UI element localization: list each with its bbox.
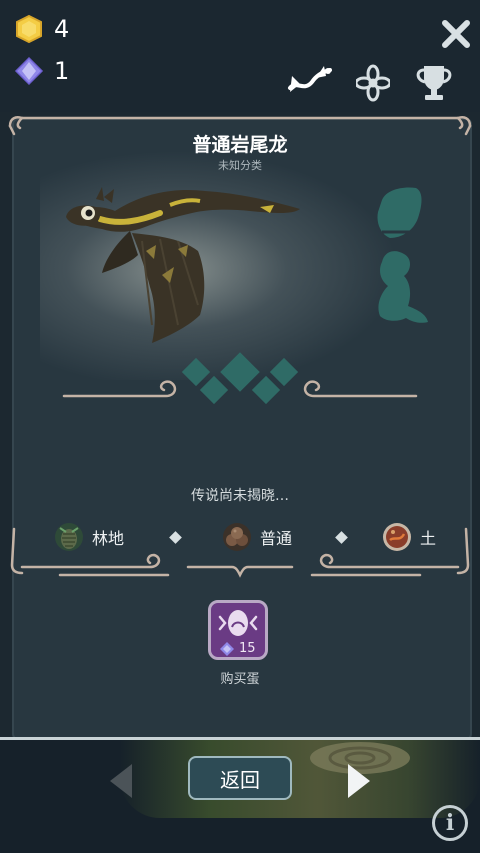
gem-counter: 1 — [14, 56, 69, 86]
coin-count: 4 — [54, 15, 70, 43]
bottom-divider — [0, 737, 480, 740]
gem-icon — [220, 642, 234, 656]
rarity-gems — [62, 352, 418, 405]
earth-orb-icon — [383, 523, 411, 551]
rocktail-dragon-image — [66, 187, 300, 343]
rarity-label: 普通 — [260, 529, 293, 548]
pinecone-forest-icon — [55, 523, 83, 551]
top-bar — [0, 0, 480, 112]
info-icon[interactable]: i — [432, 805, 468, 841]
legend-text: 传说尚未揭晓… — [191, 488, 289, 504]
gem-icon — [14, 56, 44, 86]
element-label: 土 — [420, 529, 437, 548]
locked-forms-icon — [377, 187, 428, 323]
tab-dragon-icon[interactable] — [286, 62, 334, 102]
habitat-label: 林地 — [92, 529, 125, 548]
tab-flower-icon[interactable] — [356, 62, 390, 102]
back-button[interactable]: 返回 — [188, 756, 292, 800]
egg-icon — [218, 610, 258, 636]
gem-count: 1 — [54, 57, 70, 85]
close-icon[interactable] — [440, 18, 472, 50]
coin-icon — [16, 14, 42, 44]
buy-egg-button[interactable]: 15 — [208, 600, 268, 660]
coin-counter: 4 — [14, 14, 69, 44]
habitat-attribute: 林地 — [54, 522, 124, 552]
previous-arrow-icon[interactable] — [108, 762, 134, 800]
brown-egg-pile-icon — [223, 523, 251, 551]
rarity-attribute: 普通 — [222, 522, 292, 552]
egg-price: 15 — [239, 641, 256, 656]
tab-trophy-icon[interactable] — [414, 62, 454, 102]
element-attribute: 土 — [382, 522, 436, 552]
buy-egg-label: 购买蛋 — [220, 672, 260, 687]
next-arrow-icon[interactable] — [346, 762, 372, 800]
